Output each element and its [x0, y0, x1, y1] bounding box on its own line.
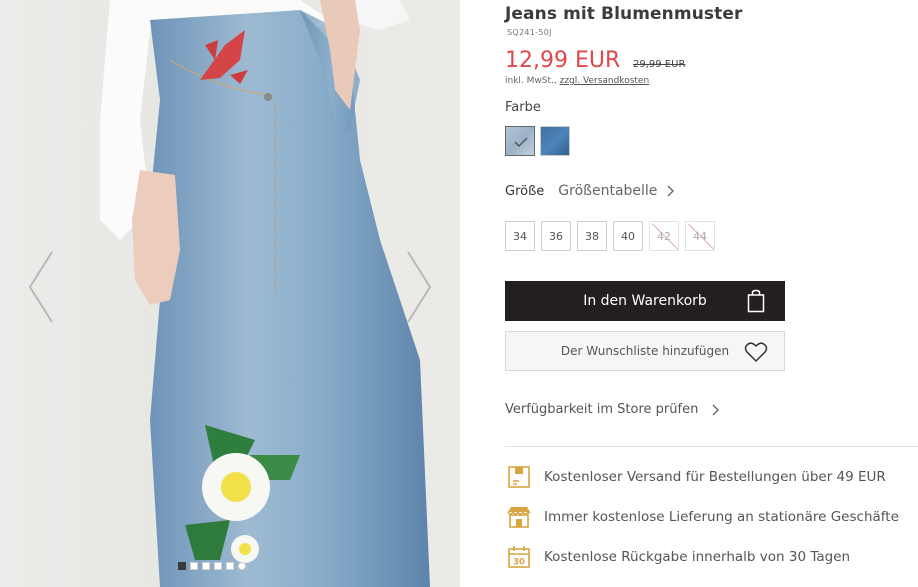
- heart-icon: [744, 342, 768, 363]
- product-image-gallery: [0, 0, 460, 587]
- size-option-36[interactable]: 36: [541, 221, 571, 251]
- size-option-38[interactable]: 38: [577, 221, 607, 251]
- gallery-pagination: [178, 562, 246, 570]
- chevron-left-icon: [28, 251, 53, 323]
- product-sku: SQ241-50J: [507, 28, 552, 37]
- store-availability-label: Verfügbarkeit im Store prüfen: [505, 402, 699, 417]
- product-photo: [100, 0, 430, 587]
- add-to-wishlist-button[interactable]: Der Wunschliste hinzufügen: [505, 331, 785, 371]
- gallery-dot[interactable]: [178, 562, 186, 570]
- gallery-dot[interactable]: [214, 562, 222, 570]
- color-swatch-dark-blue[interactable]: [540, 126, 570, 156]
- size-header: Größe Größentabelle: [505, 183, 675, 199]
- gallery-dot[interactable]: [226, 562, 234, 570]
- shipping-costs-link[interactable]: zzgl. Versandkosten: [560, 76, 650, 86]
- product-title: Jeans mit Blumenmuster: [505, 4, 743, 24]
- size-option-34[interactable]: 34: [505, 221, 535, 251]
- size-options: 34 36 38 40 42 44: [505, 221, 715, 251]
- size-option-40[interactable]: 40: [613, 221, 643, 251]
- size-chart-link[interactable]: Größentabelle: [558, 183, 657, 199]
- add-to-cart-label: In den Warenkorb: [583, 293, 707, 309]
- chevron-right-icon: [712, 404, 720, 415]
- check-icon: [514, 137, 528, 148]
- color-label: Farbe: [505, 100, 541, 115]
- size-option-42-unavailable: 42: [649, 221, 679, 251]
- gallery-dot[interactable]: [190, 562, 198, 570]
- calendar-30-icon: 30: [505, 543, 533, 571]
- chevron-right-icon: [407, 251, 432, 323]
- divider: [505, 446, 918, 447]
- benefit-text: Kostenloser Versand für Bestellungen übe…: [544, 469, 886, 485]
- benefit-text: Kostenlose Rückgabe innerhalb von 30 Tag…: [544, 549, 851, 565]
- store-icon: [505, 503, 533, 531]
- gallery-prev-button[interactable]: [26, 250, 56, 324]
- color-swatch-light-blue[interactable]: [505, 126, 535, 156]
- shopping-bag-icon: [747, 289, 765, 313]
- add-to-wishlist-label: Der Wunschliste hinzufügen: [560, 344, 730, 358]
- benefit-text: Immer kostenlose Lieferung an stationäre…: [544, 509, 899, 525]
- old-price: 29,99 EUR: [633, 59, 686, 70]
- chevron-right-icon: [667, 185, 675, 197]
- vat-text: inkl. MwSt.,: [505, 76, 557, 86]
- product-info-panel: Jeans mit Blumenmuster SQ241-50J 12,99 E…: [505, 0, 918, 587]
- benefit-free-returns: 30 Kostenlose Rückgabe innerhalb von 30 …: [505, 543, 850, 571]
- benefit-store-delivery: Immer kostenlose Lieferung an stationäre…: [505, 503, 899, 531]
- size-option-44-unavailable: 44: [685, 221, 715, 251]
- calendar-number: 30: [513, 558, 525, 568]
- gallery-next-button[interactable]: [404, 250, 434, 324]
- vat-note: inkl. MwSt., zzgl. Versandkosten: [505, 76, 649, 86]
- current-price: 12,99 EUR: [505, 48, 621, 73]
- benefit-free-shipping: Kostenloser Versand für Bestellungen übe…: [505, 463, 886, 491]
- gallery-dot[interactable]: [202, 562, 210, 570]
- box-icon: [505, 463, 533, 491]
- add-to-cart-button[interactable]: In den Warenkorb: [505, 281, 785, 321]
- store-availability-link[interactable]: Verfügbarkeit im Store prüfen: [505, 402, 720, 417]
- size-label: Größe: [505, 183, 545, 199]
- gallery-dot[interactable]: [238, 562, 246, 570]
